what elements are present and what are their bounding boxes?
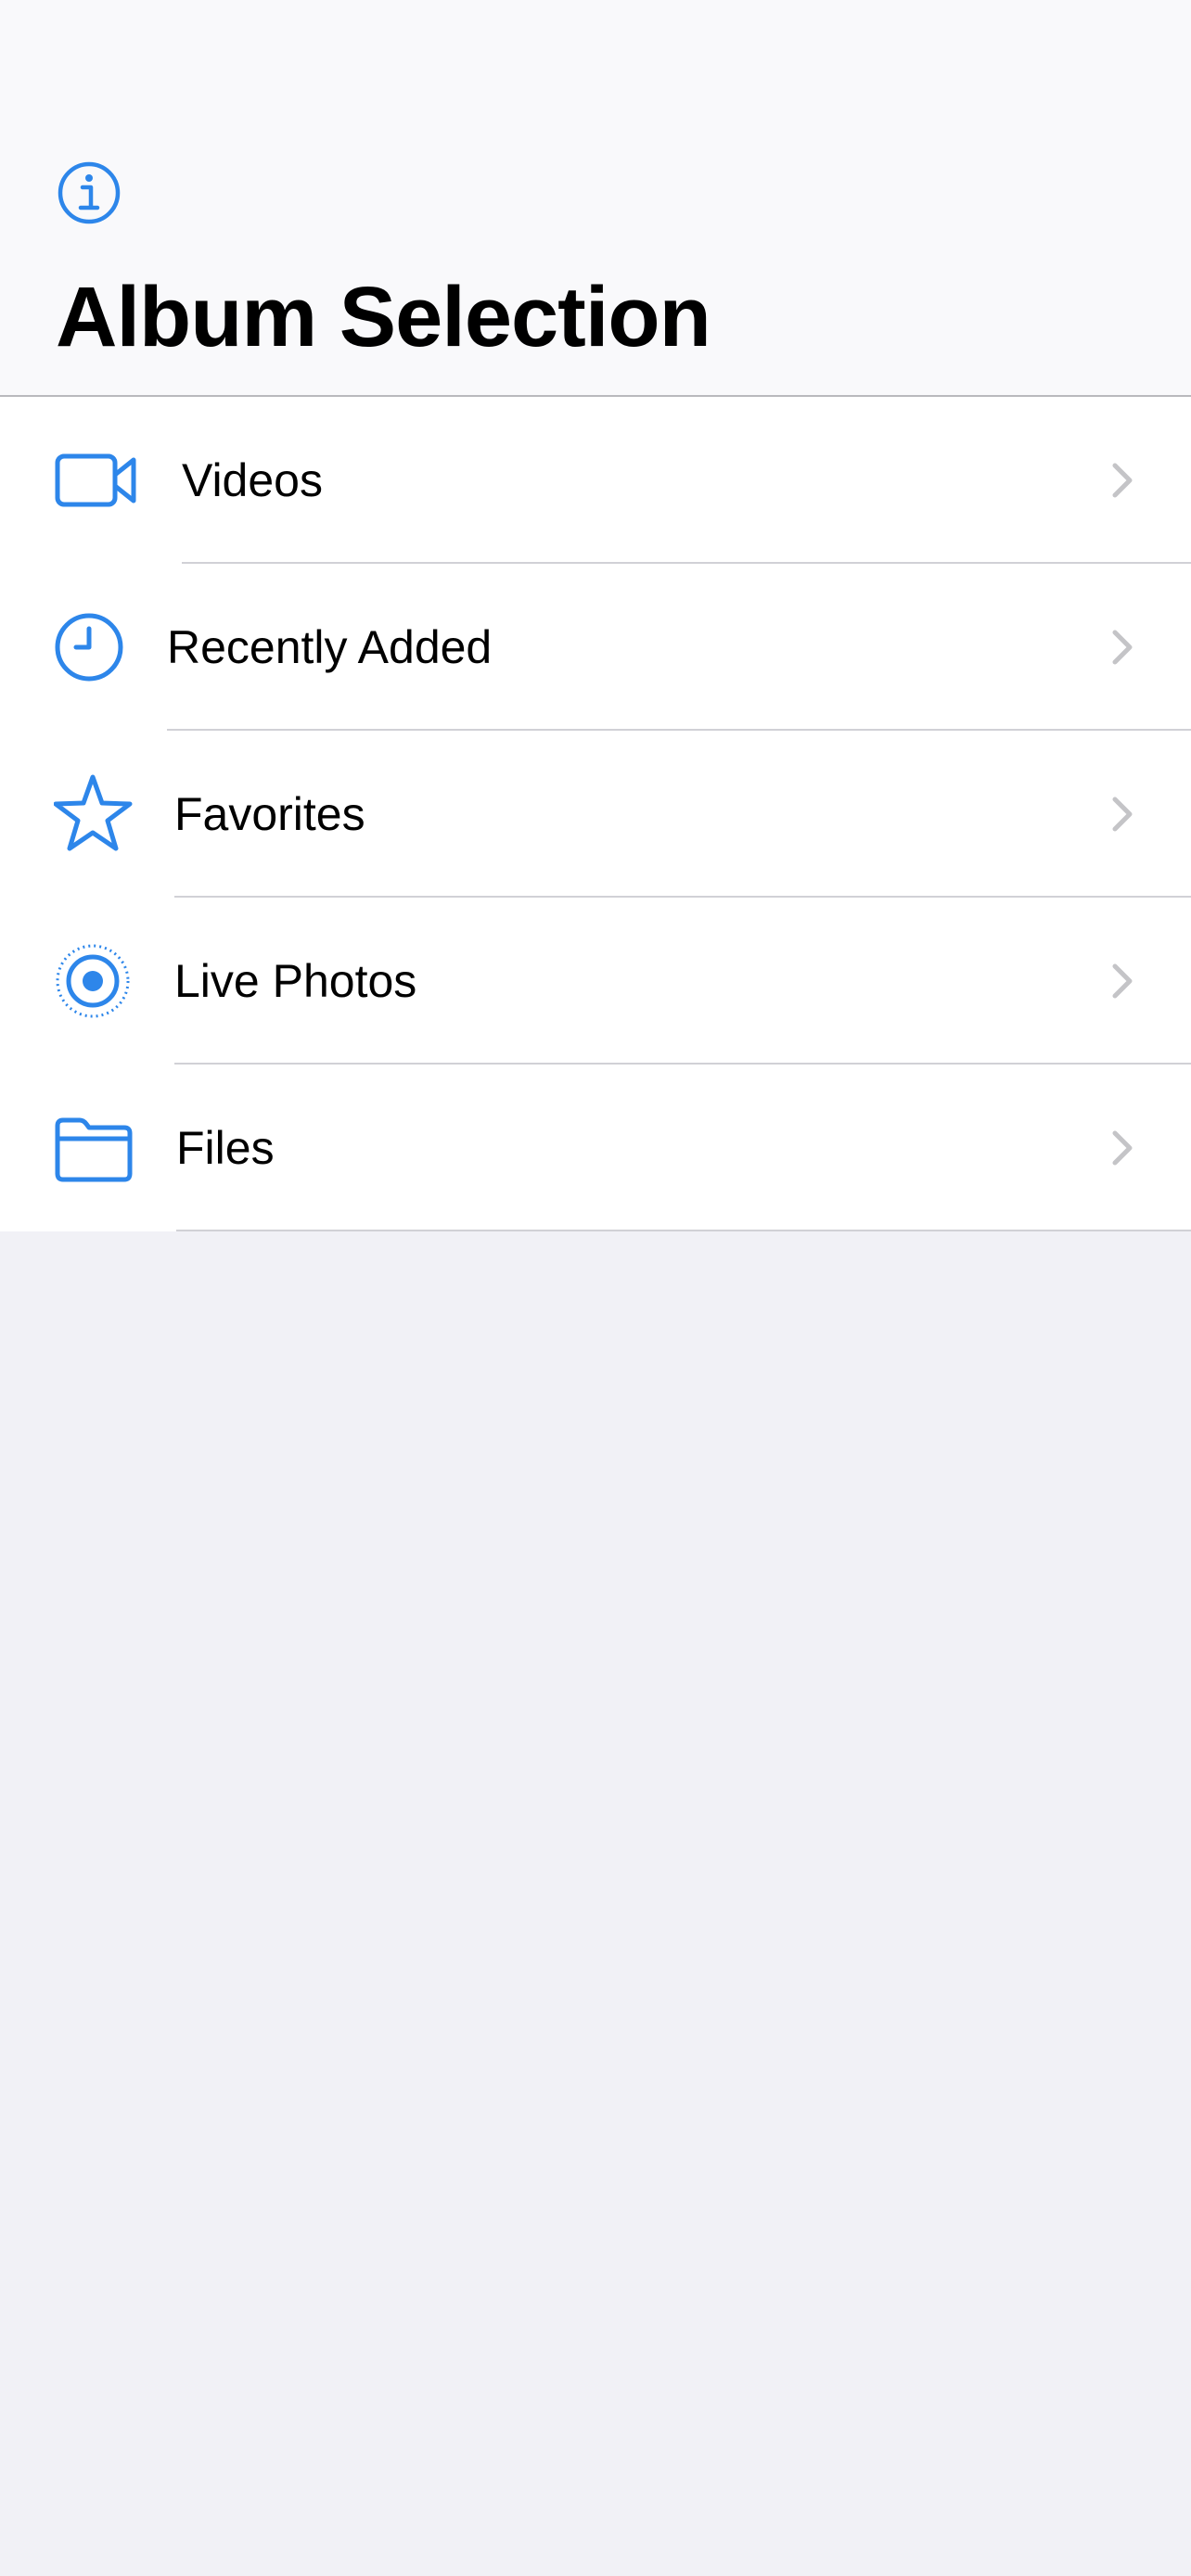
album-label: Recently Added	[167, 621, 493, 673]
navigation-header: Album Selection	[0, 0, 1191, 397]
album-label: Files	[176, 1122, 275, 1174]
page-title: Album Selection	[56, 270, 711, 364]
album-label: Favorites	[174, 788, 365, 840]
album-list: Videos Recently Added Favorites Live Pho…	[0, 397, 1191, 1231]
album-row-live-photos[interactable]: Live Photos	[0, 898, 1191, 1065]
album-label: Live Photos	[174, 955, 417, 1007]
chevron-right-icon	[1112, 797, 1133, 832]
chevron-right-icon	[1112, 463, 1133, 498]
live-photos-icon	[56, 944, 130, 1018]
album-row-videos[interactable]: Videos	[0, 397, 1191, 564]
info-circle-icon[interactable]	[56, 159, 122, 226]
album-label: Videos	[182, 454, 323, 506]
video-camera-icon	[55, 453, 136, 507]
row-separator	[176, 1230, 1191, 1231]
album-row-files[interactable]: Files	[0, 1065, 1191, 1231]
folder-icon	[55, 1117, 133, 1182]
chevron-right-icon	[1112, 1130, 1133, 1166]
chevron-right-icon	[1112, 630, 1133, 665]
album-row-recently-added[interactable]: Recently Added	[0, 564, 1191, 731]
chevron-right-icon	[1112, 963, 1133, 999]
album-row-favorites[interactable]: Favorites	[0, 731, 1191, 898]
clock-icon	[55, 613, 123, 682]
star-icon	[54, 774, 133, 851]
